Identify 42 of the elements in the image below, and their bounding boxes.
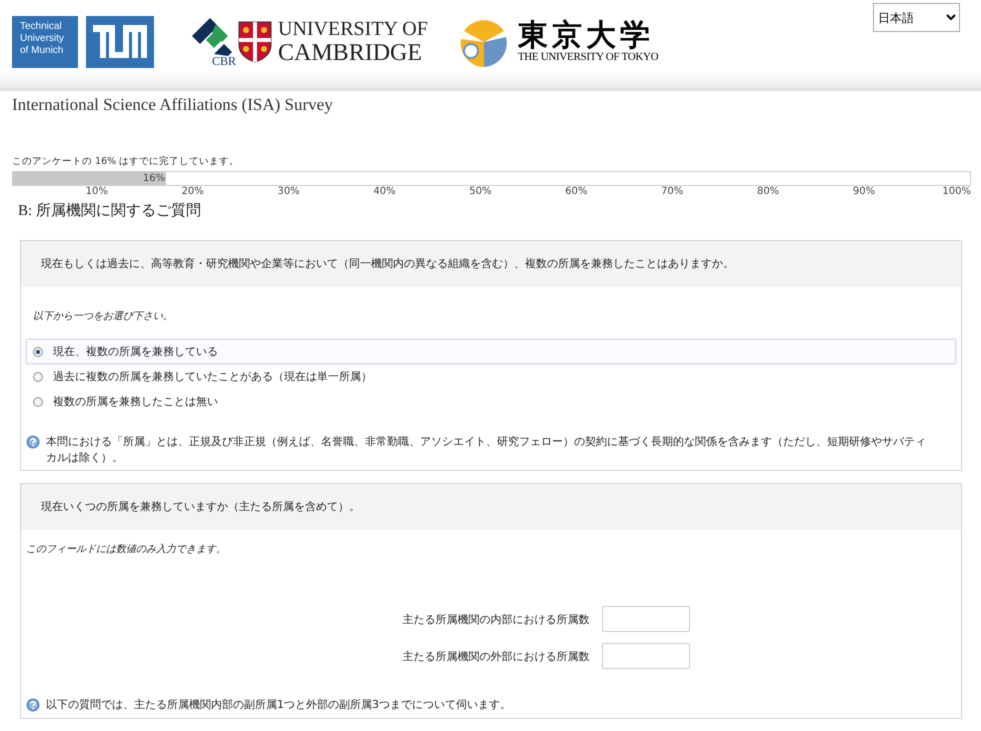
field-label: 主たる所属機関の内部における所属数	[402, 612, 590, 626]
progress-tick: 20%	[180, 186, 204, 197]
progress-tick: 30%	[276, 186, 300, 197]
university-name: CAMBRIDGE	[278, 40, 424, 64]
number-field[interactable]	[602, 606, 690, 632]
option-label: 複数の所属を兼務したことは無い	[53, 394, 218, 409]
radio-button[interactable]	[33, 396, 43, 406]
progress-tick: 70%	[660, 186, 684, 197]
field-label: 主たる所属機関の外部における所属数	[402, 648, 590, 664]
number-field[interactable]	[602, 643, 690, 669]
language-select[interactable]: 日本語	[873, 3, 960, 32]
progress-tick: 100%	[941, 186, 971, 197]
instruction-text: このフィールドには数値のみ入力できます。	[26, 544, 226, 555]
university-name: UNIVERSITY OF	[278, 18, 428, 38]
help-icon	[26, 698, 40, 712]
shield-icon	[238, 20, 272, 62]
help-icon	[26, 435, 40, 449]
progress-tick: 90%	[852, 186, 876, 197]
question-text: 現在いくつの所属を兼務していますか（主たる所属を含めて）。	[41, 500, 360, 513]
option-highlight[interactable]: 現在、複数の所属を兼務している	[26, 339, 956, 364]
radio-button[interactable]	[33, 346, 43, 356]
university-logo-text: Technical University of Munich	[12, 16, 78, 68]
question-text: 現在もしくは過去に、高等教育・研究機関や企業等において（同一機関内の異なる組織を含む）、複数の所属を兼務したことはありますか。	[41, 257, 734, 270]
option-label: 過去に複数の所属を兼務していたことがある（現在は単一所属）	[53, 369, 372, 384]
progress-tick: 80%	[756, 186, 780, 197]
radio-button[interactable]	[33, 372, 43, 382]
progress-text: このアンケートの 16% はすでに完了しています。	[12, 155, 240, 168]
section-heading: B: 所属機関に関するご質問	[18, 202, 201, 220]
tum-logo-icon	[86, 16, 154, 68]
option-label: 現在、複数の所属を兼務している	[53, 344, 218, 359]
progress-tick: 10%	[84, 186, 108, 197]
progress-value: 16%	[142, 173, 166, 184]
help-text: 本問における「所属」とは、正規及び非正規（例えば、名誉職、非常勤職、アソシエイト、研究フェロー）の契約に基づく長期的な関係を含みます（ただし、短期研修やサバティカルは除く）。	[46, 434, 927, 466]
university-name: 東京大学	[518, 20, 654, 52]
instruction-text: 以下から一つをお選び下さい。	[33, 311, 173, 322]
help-text: 以下の質問では、主たる所属機関内部の副所属1つと外部の副所属3つまでについて伺います。	[46, 697, 511, 713]
progress-tick: 50%	[468, 186, 492, 197]
university-name: THE UNIVERSITY OF TOKYO	[518, 51, 658, 64]
survey-title: International Science Affiliations (ISA) Survey	[12, 95, 333, 115]
cbr-logo-text: CBR	[212, 54, 236, 69]
progress-tick: 40%	[372, 186, 396, 197]
progress-tick: 60%	[564, 186, 588, 197]
